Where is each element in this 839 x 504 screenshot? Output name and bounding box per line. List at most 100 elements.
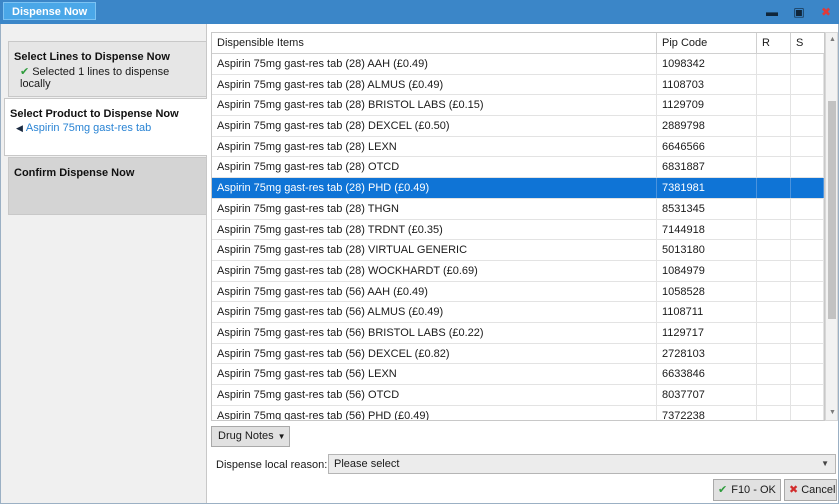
grid-header: Dispensible Items Pip Code R S bbox=[212, 33, 824, 54]
table-row[interactable]: Aspirin 75mg gast-res tab (28) PHD (£0.4… bbox=[212, 178, 824, 199]
cell-pip-code: 1129717 bbox=[657, 322, 757, 343]
scroll-up-icon[interactable]: ▲ bbox=[827, 34, 838, 46]
cell-r bbox=[757, 343, 791, 364]
cell-s bbox=[791, 281, 824, 302]
cell-r bbox=[757, 240, 791, 260]
table-row[interactable]: Aspirin 75mg gast-res tab (28) TRDNT (£0… bbox=[212, 219, 824, 241]
grid-rows: Aspirin 75mg gast-res tab (28) AAH (£0.4… bbox=[212, 54, 824, 420]
cell-s bbox=[791, 219, 824, 240]
table-row[interactable]: Aspirin 75mg gast-res tab (28) OTCD 68318… bbox=[212, 157, 824, 179]
minimize-icon[interactable]: ▬ bbox=[764, 4, 780, 20]
cell-item-name: Aspirin 75mg gast-res tab (56) AAH (£0.4… bbox=[212, 281, 657, 302]
cell-pip-code: 1058528 bbox=[657, 281, 757, 302]
table-row[interactable]: Aspirin 75mg gast-res tab (28) THGN 85313… bbox=[212, 198, 824, 220]
scroll-down-icon[interactable]: ▼ bbox=[827, 407, 838, 419]
cell-s bbox=[791, 364, 824, 384]
cell-r bbox=[757, 281, 791, 302]
table-row[interactable]: Aspirin 75mg gast-res tab (56) DEXCEL (£… bbox=[212, 343, 824, 365]
cell-r bbox=[757, 198, 791, 219]
close-icon[interactable]: ✖ bbox=[818, 4, 834, 20]
table-row[interactable]: Aspirin 75mg gast-res tab (28) LEXN 66465… bbox=[212, 136, 824, 158]
dispense-reason-select[interactable]: Please select ▼ bbox=[328, 454, 836, 474]
table-row[interactable]: Aspirin 75mg gast-res tab (28) DEXCEL (£… bbox=[212, 116, 824, 137]
column-header-s[interactable]: S bbox=[791, 33, 824, 54]
cell-s bbox=[791, 116, 824, 136]
cell-r bbox=[757, 95, 791, 116]
cell-pip-code: 6633846 bbox=[657, 364, 757, 384]
cell-item-name: Aspirin 75mg gast-res tab (56) DEXCEL (£… bbox=[212, 343, 657, 364]
cell-item-name: Aspirin 75mg gast-res tab (28) WOCKHARDT… bbox=[212, 260, 657, 281]
wizard-steps-panel: Select Lines to Dispense Now ✔ Selected 1… bbox=[1, 24, 207, 503]
step-confirm[interactable]: Confirm Dispense Now bbox=[8, 157, 207, 215]
cell-item-name: Aspirin 75mg gast-res tab (56) BRISTOL L… bbox=[212, 322, 657, 343]
checkmark-icon: ✔ bbox=[20, 66, 30, 78]
cell-pip-code: 6646566 bbox=[657, 136, 757, 157]
scrollbar-thumb[interactable] bbox=[828, 101, 836, 319]
cell-s bbox=[791, 95, 824, 116]
cancel-button[interactable]: ✖ Cancel bbox=[784, 479, 837, 501]
cell-s bbox=[791, 240, 824, 260]
cell-r bbox=[757, 54, 791, 74]
column-header-items[interactable]: Dispensible Items bbox=[212, 33, 657, 54]
cell-pip-code: 2889798 bbox=[657, 116, 757, 136]
cell-item-name: Aspirin 75mg gast-res tab (56) PHD (£0.4… bbox=[212, 405, 657, 420]
table-row[interactable]: Aspirin 75mg gast-res tab (28) VIRTUAL G… bbox=[212, 240, 824, 261]
triangle-left-icon: ◀ bbox=[16, 123, 23, 133]
maximize-icon[interactable]: ▣ bbox=[791, 4, 807, 20]
table-row[interactable]: Aspirin 75mg gast-res tab (56) ALMUS (£0… bbox=[212, 302, 824, 323]
window-title: Dispense Now bbox=[3, 2, 97, 20]
cell-s bbox=[791, 198, 824, 219]
cancel-x-icon: ✖ bbox=[789, 484, 799, 496]
cell-s bbox=[791, 54, 824, 74]
title-bar: Dispense Now ▬ ▣ ✖ bbox=[0, 0, 839, 24]
table-row[interactable]: Aspirin 75mg gast-res tab (28) AAH (£0.4… bbox=[212, 54, 824, 75]
cell-item-name: Aspirin 75mg gast-res tab (28) BRISTOL L… bbox=[212, 95, 657, 116]
drug-notes-button[interactable]: Drug Notes ▼ bbox=[211, 426, 290, 447]
step-select-lines[interactable]: Select Lines to Dispense Now ✔ Selected 1… bbox=[8, 41, 207, 97]
table-row[interactable]: Aspirin 75mg gast-res tab (28) BRISTOL L… bbox=[212, 95, 824, 117]
cell-r bbox=[757, 405, 791, 420]
table-row[interactable]: Aspirin 75mg gast-res tab (56) AAH (£0.4… bbox=[212, 281, 824, 303]
caret-down-icon: ▼ bbox=[277, 432, 286, 441]
column-header-pip[interactable]: Pip Code bbox=[657, 33, 757, 54]
cell-pip-code: 1108711 bbox=[657, 302, 757, 322]
cell-r bbox=[757, 260, 791, 281]
checkmark-icon: ✔ bbox=[718, 484, 728, 496]
cell-pip-code: 5013180 bbox=[657, 240, 757, 260]
cell-r bbox=[757, 219, 791, 240]
table-row[interactable]: Aspirin 75mg gast-res tab (56) OTCD 80377… bbox=[212, 385, 824, 406]
cell-item-name: Aspirin 75mg gast-res tab (28) THGN bbox=[212, 198, 657, 219]
cell-r bbox=[757, 74, 791, 95]
dispense-reason-label: Dispense local reason: bbox=[216, 459, 328, 471]
cell-pip-code: 2728103 bbox=[657, 343, 757, 364]
cell-pip-code: 8531345 bbox=[657, 198, 757, 219]
cell-s bbox=[791, 260, 824, 281]
cell-item-name: Aspirin 75mg gast-res tab (28) VIRTUAL G… bbox=[212, 240, 657, 260]
vertical-scrollbar[interactable]: ▲ ▼ bbox=[825, 32, 838, 421]
cell-r bbox=[757, 302, 791, 322]
table-row[interactable]: Aspirin 75mg gast-res tab (28) ALMUS (£0… bbox=[212, 74, 824, 96]
cell-item-name: Aspirin 75mg gast-res tab (28) PHD (£0.4… bbox=[212, 178, 657, 198]
cell-item-name: Aspirin 75mg gast-res tab (56) LEXN bbox=[212, 364, 657, 384]
cell-pip-code: 7372238 bbox=[657, 405, 757, 420]
cell-item-name: Aspirin 75mg gast-res tab (56) ALMUS (£0… bbox=[212, 302, 657, 322]
ok-button[interactable]: ✔ F10 - OK bbox=[713, 479, 781, 501]
cell-s bbox=[791, 322, 824, 343]
table-row[interactable]: Aspirin 75mg gast-res tab (56) BRISTOL L… bbox=[212, 322, 824, 344]
cell-pip-code: 1098342 bbox=[657, 54, 757, 74]
cell-s bbox=[791, 178, 824, 198]
cell-item-name: Aspirin 75mg gast-res tab (28) OTCD bbox=[212, 157, 657, 178]
column-header-r[interactable]: R bbox=[757, 33, 791, 54]
cell-pip-code: 1108703 bbox=[657, 74, 757, 95]
cell-item-name: Aspirin 75mg gast-res tab (56) OTCD bbox=[212, 385, 657, 405]
table-row[interactable]: Aspirin 75mg gast-res tab (28) WOCKHARDT… bbox=[212, 260, 824, 282]
table-row[interactable]: Aspirin 75mg gast-res tab (56) PHD (£0.4… bbox=[212, 405, 824, 420]
cell-r bbox=[757, 157, 791, 178]
table-row[interactable]: Aspirin 75mg gast-res tab (56) LEXN 66338… bbox=[212, 364, 824, 385]
cell-r bbox=[757, 116, 791, 136]
cell-pip-code: 1129709 bbox=[657, 95, 757, 116]
step-select-product[interactable]: Select Product to Dispense Now ◀ Aspirin … bbox=[4, 98, 207, 156]
cell-r bbox=[757, 178, 791, 198]
cell-s bbox=[791, 157, 824, 178]
dispensible-items-grid: Dispensible Items Pip Code R S Aspirin 7… bbox=[211, 32, 825, 421]
